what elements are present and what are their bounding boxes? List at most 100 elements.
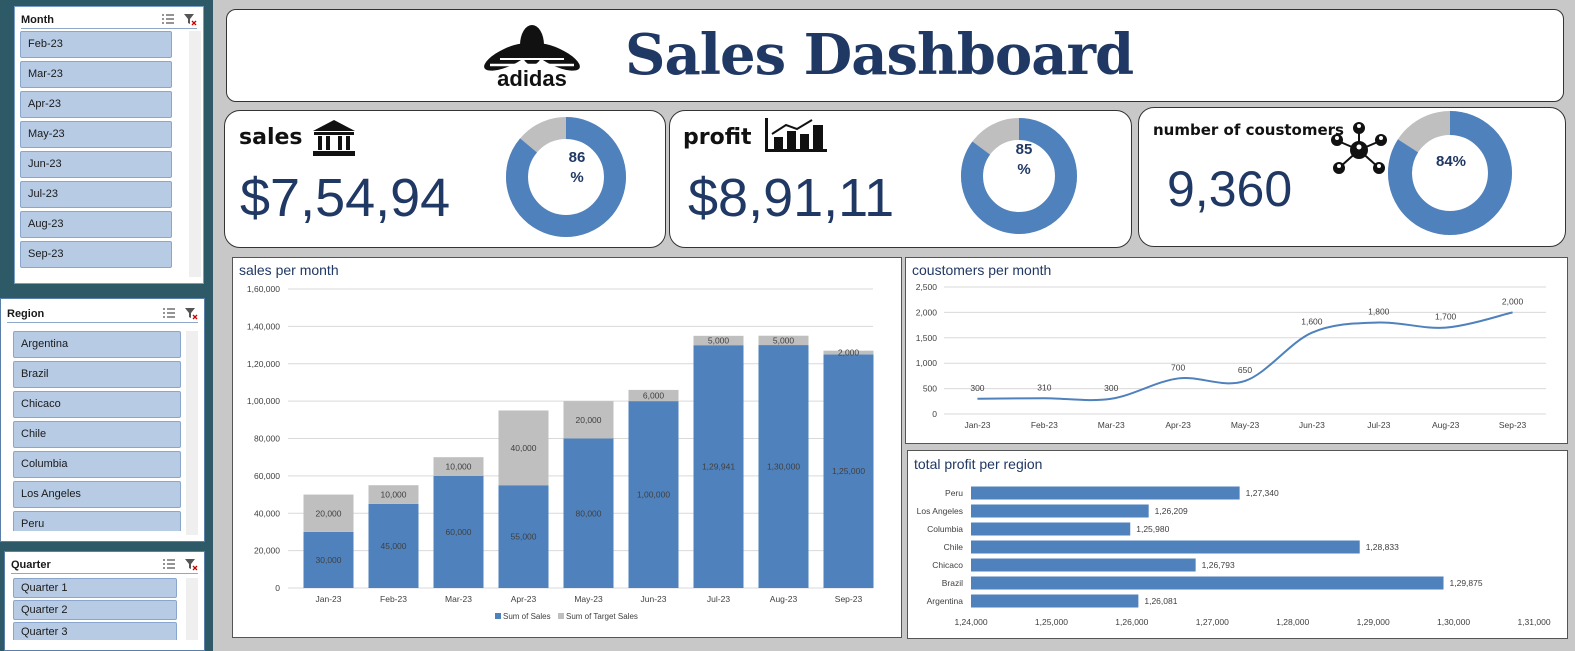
x-tick-label: Jan-23 bbox=[964, 420, 990, 430]
x-tick-label: 1,24,000 bbox=[954, 617, 987, 627]
y-tick-label: 2,500 bbox=[916, 282, 938, 292]
adidas-trefoil-icon: adidas bbox=[484, 25, 580, 91]
month-slicer: Month Feb-23 Mar-23 Apr-23 May-23 Jun-23 Jul-… bbox=[8, 0, 205, 290]
x-tick-label: May-23 bbox=[574, 594, 603, 604]
x-tick-label: Sep-23 bbox=[835, 594, 863, 604]
y-tick-label: Peru bbox=[945, 488, 963, 498]
bar bbox=[971, 486, 1240, 500]
slicer-item-region[interactable]: Columbia bbox=[13, 451, 181, 478]
x-tick-label: Apr-23 bbox=[1165, 420, 1191, 430]
data-label: 60,000 bbox=[446, 527, 472, 537]
slicer-item-region[interactable]: Peru bbox=[13, 511, 181, 531]
scrollbar[interactable] bbox=[186, 578, 198, 640]
slicer-item-month[interactable]: Sep-23 bbox=[20, 241, 172, 268]
profit-card: profit $8,91,11 85 % bbox=[669, 110, 1132, 248]
customers-card: number of coustomers 9,360 84% bbox=[1138, 107, 1566, 247]
series-line bbox=[977, 311, 1513, 402]
data-label: 6,000 bbox=[643, 391, 665, 401]
data-label: 10,000 bbox=[381, 490, 407, 500]
data-label: 55,000 bbox=[511, 532, 537, 542]
profit-value: $8,91,11 bbox=[688, 168, 895, 228]
slicer-item-quarter[interactable]: Quarter 1 bbox=[13, 578, 177, 598]
x-tick-label: Jun-23 bbox=[1299, 420, 1325, 430]
slicer-item-region[interactable]: Chicaco bbox=[13, 391, 181, 418]
data-label: 1,26,793 bbox=[1202, 560, 1235, 570]
y-tick-label: Argentina bbox=[927, 596, 964, 606]
data-label: 1,26,209 bbox=[1155, 506, 1188, 516]
quarter-slicer-title: Quarter bbox=[11, 559, 51, 571]
legend-swatch bbox=[495, 613, 501, 619]
data-label: 1,25,980 bbox=[1136, 524, 1169, 534]
slicer-item-month[interactable]: Aug-23 bbox=[20, 211, 172, 238]
x-tick-label: 1,30,000 bbox=[1437, 617, 1470, 627]
y-tick-label: Chile bbox=[944, 542, 964, 552]
x-tick-label: Aug-23 bbox=[1432, 420, 1460, 430]
slicer-item-month[interactable]: Feb-23 bbox=[20, 31, 172, 58]
slicer-item-month[interactable]: Jun-23 bbox=[20, 151, 172, 178]
slicer-item-month[interactable]: May-23 bbox=[20, 121, 172, 148]
customers-percent: 84% bbox=[1435, 153, 1467, 170]
data-label: 10,000 bbox=[446, 462, 472, 472]
x-tick-label: 1,29,000 bbox=[1357, 617, 1390, 627]
x-tick-label: 1,31,000 bbox=[1517, 617, 1550, 627]
data-label: 310 bbox=[1037, 382, 1051, 392]
multi-select-icon[interactable] bbox=[162, 306, 176, 320]
bar bbox=[971, 540, 1360, 554]
month-slicer-title: Month bbox=[21, 14, 54, 26]
clear-filter-icon[interactable] bbox=[183, 12, 197, 26]
customers-donut bbox=[1388, 111, 1512, 235]
slicer-item-region[interactable]: Argentina bbox=[13, 331, 181, 358]
y-tick-label: 1,000 bbox=[916, 358, 938, 368]
x-tick-label: 1,27,000 bbox=[1196, 617, 1229, 627]
region-slicer: Region Argentina Brazil Chicaco Chile Columb… bbox=[0, 298, 205, 542]
slicer-item-region[interactable]: Chile bbox=[13, 421, 181, 448]
scrollbar[interactable] bbox=[189, 31, 201, 277]
slicer-item-region[interactable]: Brazil bbox=[13, 361, 181, 388]
y-tick-label: 1,60,000 bbox=[247, 284, 280, 294]
data-label: 300 bbox=[1104, 383, 1118, 393]
y-tick-label: 1,00,000 bbox=[247, 396, 280, 406]
data-label: 45,000 bbox=[381, 541, 407, 551]
slicer-item-quarter[interactable]: Quarter 2 bbox=[13, 600, 177, 620]
data-label: 80,000 bbox=[576, 508, 602, 518]
bar bbox=[971, 522, 1131, 536]
clear-filter-icon[interactable] bbox=[184, 306, 198, 320]
multi-select-icon[interactable] bbox=[161, 12, 175, 26]
clear-filter-icon[interactable] bbox=[184, 557, 198, 571]
data-label: 300 bbox=[970, 383, 984, 393]
y-tick-label: Brazil bbox=[942, 578, 963, 588]
x-tick-label: Jan-23 bbox=[316, 594, 342, 604]
brand-wordmark: adidas bbox=[497, 66, 567, 89]
data-label: 1,00,000 bbox=[637, 490, 670, 500]
legend-swatch bbox=[558, 613, 564, 619]
x-tick-label: 1,28,000 bbox=[1276, 617, 1309, 627]
page-title: Sales Dashboard bbox=[625, 22, 1134, 88]
bar bbox=[971, 594, 1139, 608]
scrollbar[interactable] bbox=[186, 331, 198, 535]
x-tick-label: Mar-23 bbox=[445, 594, 472, 604]
x-tick-label: Mar-23 bbox=[1098, 420, 1125, 430]
slicer-item-month[interactable]: Mar-23 bbox=[20, 61, 172, 88]
slicer-item-month[interactable]: Apr-23 bbox=[20, 91, 172, 118]
customers-per-month-chart: 0 500 1,000 1,500 2,000 2,500 300 Jan-23 310 Feb-… bbox=[916, 282, 1546, 430]
y-tick-label: 60,000 bbox=[254, 471, 280, 481]
data-label: 1,600 bbox=[1301, 317, 1323, 327]
y-tick-label: 1,40,000 bbox=[247, 321, 280, 331]
data-label: 1,800 bbox=[1368, 307, 1390, 317]
data-label: 20,000 bbox=[576, 415, 602, 425]
y-tick-label: Chicaco bbox=[932, 560, 963, 570]
slicer-item-month[interactable]: Jul-23 bbox=[20, 181, 172, 208]
x-tick-label: May-23 bbox=[1231, 420, 1260, 430]
slicer-item-region[interactable]: Los Angeles bbox=[13, 481, 181, 508]
sales-card: sales $7,54,94 86 % bbox=[224, 110, 666, 248]
data-label: 1,25,000 bbox=[832, 466, 865, 476]
y-tick-label: 20,000 bbox=[254, 546, 280, 556]
multi-select-icon[interactable] bbox=[162, 557, 176, 571]
region-slicer-title: Region bbox=[7, 308, 45, 320]
sales-percent: 86 % bbox=[568, 149, 586, 186]
x-tick-label: 1,25,000 bbox=[1035, 617, 1068, 627]
y-tick-label: Los Angeles bbox=[917, 506, 963, 516]
slicer-item-quarter[interactable]: Quarter 3 bbox=[13, 622, 177, 640]
y-tick-label: 500 bbox=[923, 384, 937, 394]
data-label: 2,000 bbox=[838, 348, 860, 358]
